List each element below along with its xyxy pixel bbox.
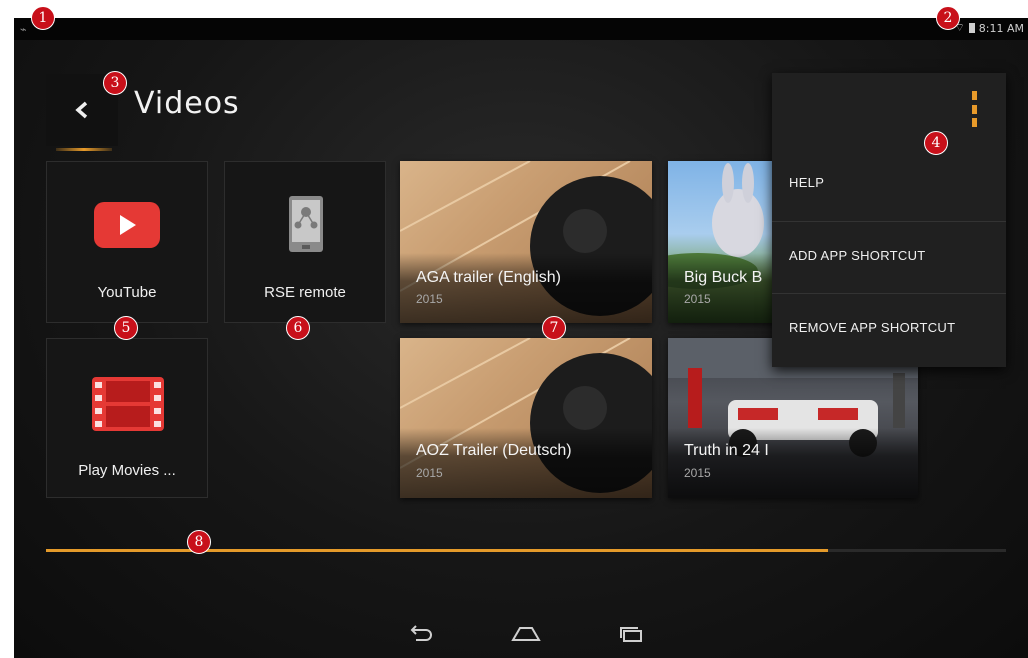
app-tile-rse-remote[interactable]: RSE remote [224,161,386,323]
video-title: Big Buck B [684,269,763,286]
battery-icon [968,23,975,33]
home-icon [511,627,541,641]
video-overlay [400,428,652,498]
annotation-marker: 7 [542,316,566,340]
scroll-progress-fill [46,549,829,552]
overflow-menu-button[interactable] [972,91,980,127]
film-icon [92,377,164,431]
navigation-bar [14,610,1028,658]
video-tile[interactable]: AGA trailer (English) 2015 [400,161,652,323]
nav-home-button[interactable] [506,620,546,648]
app-tile-label: YouTube [97,284,157,301]
annotation-marker: 3 [103,71,127,95]
app-tile-play-movies[interactable]: Play Movies ... [46,338,208,498]
status-time: 8:11 AM [978,21,1024,35]
menu-dot-icon [972,104,977,114]
annotation-marker: 2 [936,6,960,30]
youtube-icon [94,202,160,248]
video-year: 2015 [416,466,443,480]
video-year: 2015 [684,292,711,306]
tablet-screen: ⌁ ⌔ 8:11 AM Videos YouTube RSE remote Pl… [14,18,1028,658]
menu-dot-icon [972,91,977,100]
back-arrow-icon [410,625,432,641]
menu-item-label: REMOVE APP SHORTCUT [789,320,956,335]
app-tile-label: Play Movies ... [78,462,176,479]
back-underline [56,148,112,151]
overflow-menu: HELP ADD APP SHORTCUT REMOVE APP SHORTCU… [772,73,1006,367]
annotation-marker: 1 [31,6,55,30]
nav-recents-button[interactable] [611,620,651,648]
annotation-marker: 4 [924,131,948,155]
video-year: 2015 [684,466,711,480]
notification-icon: ⌁ [20,23,27,36]
menu-dot-icon [972,118,977,127]
video-year: 2015 [416,292,443,306]
page-title: Videos [134,86,240,121]
recents-icon [620,627,642,642]
status-bar: ⌁ ⌔ 8:11 AM [14,18,1028,40]
video-overlay [668,428,918,498]
menu-item-remove-shortcut[interactable]: REMOVE APP SHORTCUT [772,293,1006,365]
app-tile-youtube[interactable]: YouTube [46,161,208,323]
status-indicators: ⌔ 8:11 AM [954,21,1024,35]
menu-item-help[interactable]: HELP [772,149,1006,221]
annotation-marker: 5 [114,316,138,340]
video-title: Truth in 24 I [684,442,769,459]
menu-item-label: ADD APP SHORTCUT [789,248,926,263]
app-tile-label: RSE remote [264,284,346,301]
menu-item-label: HELP [789,175,825,190]
video-title: AGA trailer (English) [416,269,561,286]
menu-item-add-shortcut[interactable]: ADD APP SHORTCUT [772,221,1006,293]
rse-remote-icon [289,196,323,252]
video-overlay [400,253,652,323]
video-tile[interactable]: AOZ Trailer (Deutsch) 2015 [400,338,652,498]
chevron-left-icon [75,101,88,119]
annotation-marker: 6 [286,316,310,340]
annotation-marker: 8 [187,530,211,554]
video-title: AOZ Trailer (Deutsch) [416,442,572,459]
nav-back-button[interactable] [401,620,441,648]
